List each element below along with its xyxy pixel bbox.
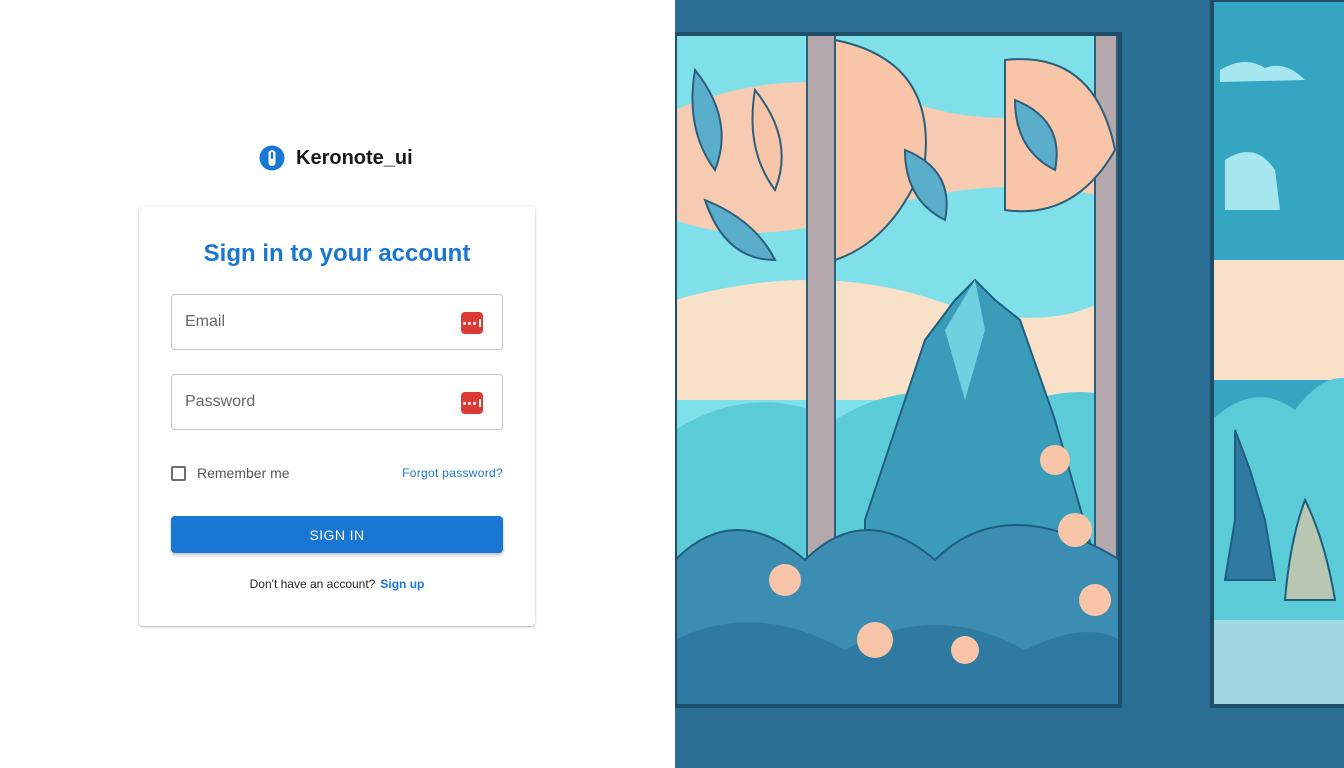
login-title: Sign in to your account	[203, 240, 471, 267]
no-account-text: Don't have an account?	[249, 577, 376, 591]
email-field-container	[171, 294, 503, 350]
password-field-container	[171, 374, 503, 430]
sign-in-button[interactable]: SIGN IN	[171, 516, 503, 553]
password-manager-icon[interactable]	[461, 392, 483, 414]
password-manager-icon[interactable]	[461, 312, 483, 334]
forest-illustration	[675, 0, 1344, 768]
brand-header: Keronote_ui	[259, 144, 413, 172]
app-name: Keronote_ui	[296, 146, 413, 169]
illustration-panel	[675, 0, 1344, 768]
login-card: Sign in to your account Remember me Forg…	[139, 206, 535, 626]
login-panel: Keronote_ui Sign in to your account Reme…	[0, 0, 675, 768]
logo-icon	[259, 145, 285, 171]
signup-prompt: Don't have an account? Sign up	[139, 577, 535, 591]
sign-up-link[interactable]: Sign up	[380, 577, 424, 591]
forgot-password-link[interactable]: Forgot password?	[402, 466, 503, 480]
remember-me-checkbox[interactable]	[171, 465, 186, 481]
password-field[interactable]	[172, 375, 502, 429]
remember-me[interactable]: Remember me	[171, 464, 290, 482]
email-field[interactable]	[172, 295, 502, 349]
remember-me-label: Remember me	[197, 465, 290, 481]
